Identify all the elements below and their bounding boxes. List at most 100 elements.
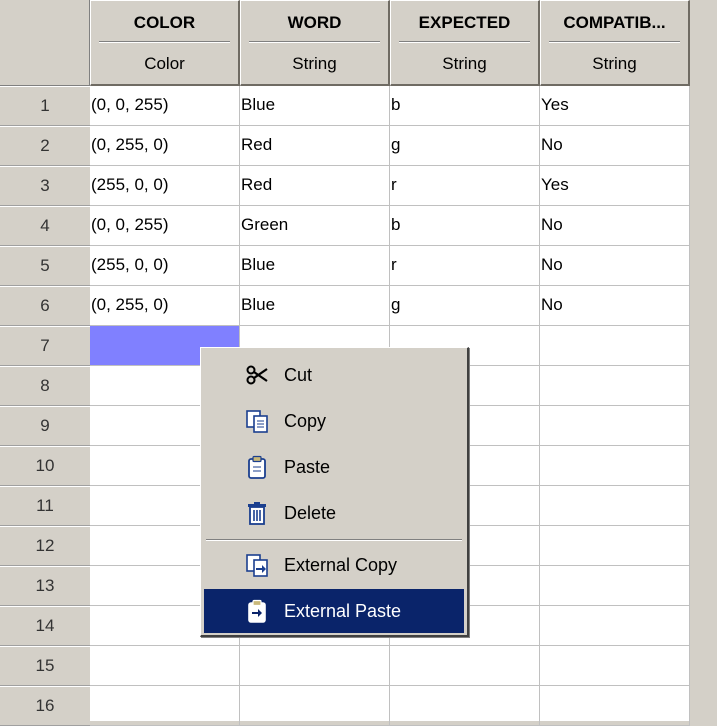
row-number: 9 [40, 416, 50, 435]
menu-item-cut[interactable]: Cut [204, 353, 464, 397]
column-header-word[interactable]: WORD String [240, 0, 390, 86]
menu-item-external-copy[interactable]: External Copy [204, 543, 464, 587]
menu-item-label: External Copy [284, 555, 398, 575]
row-header[interactable]: 3 [0, 166, 90, 206]
scissors-icon [246, 365, 268, 385]
row-header[interactable]: 14 [0, 606, 90, 646]
table-cell[interactable]: No [540, 246, 690, 286]
table-cell[interactable]: b [390, 86, 540, 126]
row-header[interactable]: 4 [0, 206, 90, 246]
table-cell[interactable]: (0, 255, 0) [90, 286, 240, 326]
menu-item-label: Paste [284, 457, 331, 477]
table-cell[interactable] [540, 686, 690, 726]
row-header[interactable]: 7 [0, 326, 90, 366]
row-header[interactable]: 11 [0, 486, 90, 526]
menu-item-copy[interactable]: Copy [204, 399, 464, 443]
table-cell[interactable] [540, 566, 690, 606]
row-header[interactable]: 5 [0, 246, 90, 286]
column-name: COMPATIB... [563, 13, 666, 32]
row-header[interactable]: 6 [0, 286, 90, 326]
table-cell[interactable] [540, 406, 690, 446]
table-cell[interactable]: Blue [240, 246, 390, 286]
table-cell[interactable] [390, 686, 540, 726]
table-cell[interactable]: No [540, 206, 690, 246]
table-cell[interactable]: r [390, 246, 540, 286]
context-menu: Cut Copy Paste Delete External Copy Exte… [200, 347, 469, 637]
column-header-color[interactable]: COLOR Color [90, 0, 240, 86]
column-name: COLOR [133, 13, 196, 32]
row-header[interactable]: 9 [0, 406, 90, 446]
table-cell[interactable] [240, 646, 390, 686]
table-cell[interactable]: No [540, 126, 690, 166]
row-number: 1 [40, 96, 50, 115]
row-number: 13 [35, 576, 55, 595]
table-cell[interactable]: Green [240, 206, 390, 246]
row-number: 10 [35, 456, 55, 475]
table-cell[interactable]: (0, 255, 0) [90, 126, 240, 166]
row-number: 15 [35, 656, 55, 675]
table-cell[interactable]: r [390, 166, 540, 206]
menu-item-external-paste[interactable]: External Paste [204, 589, 464, 633]
table-cell[interactable] [540, 326, 690, 366]
table-cell[interactable] [390, 646, 540, 686]
menu-item-paste[interactable]: Paste [204, 445, 464, 489]
table-cell[interactable]: Yes [540, 86, 690, 126]
external-paste-icon [248, 599, 266, 623]
table-cell[interactable]: g [390, 286, 540, 326]
menu-separator [206, 539, 462, 541]
row-number: 12 [35, 536, 55, 555]
row-header[interactable]: 8 [0, 366, 90, 406]
column-name: EXPECTED [418, 13, 511, 32]
table-cell[interactable] [540, 606, 690, 646]
row-number: 16 [35, 696, 55, 715]
row-header[interactable]: 12 [0, 526, 90, 566]
table-cell[interactable] [540, 366, 690, 406]
table-cell[interactable]: (0, 0, 255) [90, 206, 240, 246]
table-cell[interactable]: Blue [240, 286, 390, 326]
clipboard-icon [248, 455, 266, 479]
header-divider [99, 41, 230, 43]
row-header[interactable]: 15 [0, 646, 90, 686]
table-cell[interactable]: Red [240, 166, 390, 206]
menu-item-label: Copy [284, 411, 327, 431]
header-divider [399, 41, 530, 43]
trash-icon [248, 502, 266, 525]
table-cell[interactable]: Blue [240, 86, 390, 126]
table-cell[interactable] [540, 526, 690, 566]
menu-item-delete[interactable]: Delete [204, 491, 464, 535]
table-cell[interactable]: Yes [540, 166, 690, 206]
table-cell[interactable]: (0, 0, 255) [90, 86, 240, 126]
menu-item-label: Delete [284, 503, 337, 523]
table-cell[interactable] [90, 646, 240, 686]
table-cell[interactable] [540, 446, 690, 486]
table-cell[interactable]: g [390, 126, 540, 166]
header-corner [0, 0, 90, 86]
row-number: 11 [36, 496, 54, 515]
row-number: 2 [40, 136, 50, 155]
menu-item-label: Cut [284, 365, 313, 385]
column-type: String [442, 54, 487, 73]
column-header-compatible[interactable]: COMPATIB... String [540, 0, 690, 86]
row-number: 3 [40, 176, 50, 195]
table-cell[interactable]: b [390, 206, 540, 246]
table-cell[interactable]: (255, 0, 0) [90, 246, 240, 286]
table-cell[interactable]: No [540, 286, 690, 326]
table-cell[interactable] [540, 486, 690, 526]
header-divider [249, 41, 380, 43]
table-cell[interactable]: Red [240, 126, 390, 166]
row-number: 6 [40, 296, 50, 315]
external-copy-icon [246, 554, 268, 577]
table-cell[interactable] [90, 686, 240, 726]
row-header[interactable]: 13 [0, 566, 90, 606]
table-cell[interactable] [240, 686, 390, 726]
column-header-expected[interactable]: EXPECTED String [390, 0, 540, 86]
row-header[interactable]: 10 [0, 446, 90, 486]
row-header[interactable]: 16 [0, 686, 90, 726]
row-header[interactable]: 1 [0, 86, 90, 126]
header-divider [549, 41, 680, 43]
row-header[interactable]: 2 [0, 126, 90, 166]
row-number: 14 [35, 616, 55, 635]
table-cell[interactable] [540, 646, 690, 686]
row-number: 4 [40, 216, 50, 235]
table-cell[interactable]: (255, 0, 0) [90, 166, 240, 206]
